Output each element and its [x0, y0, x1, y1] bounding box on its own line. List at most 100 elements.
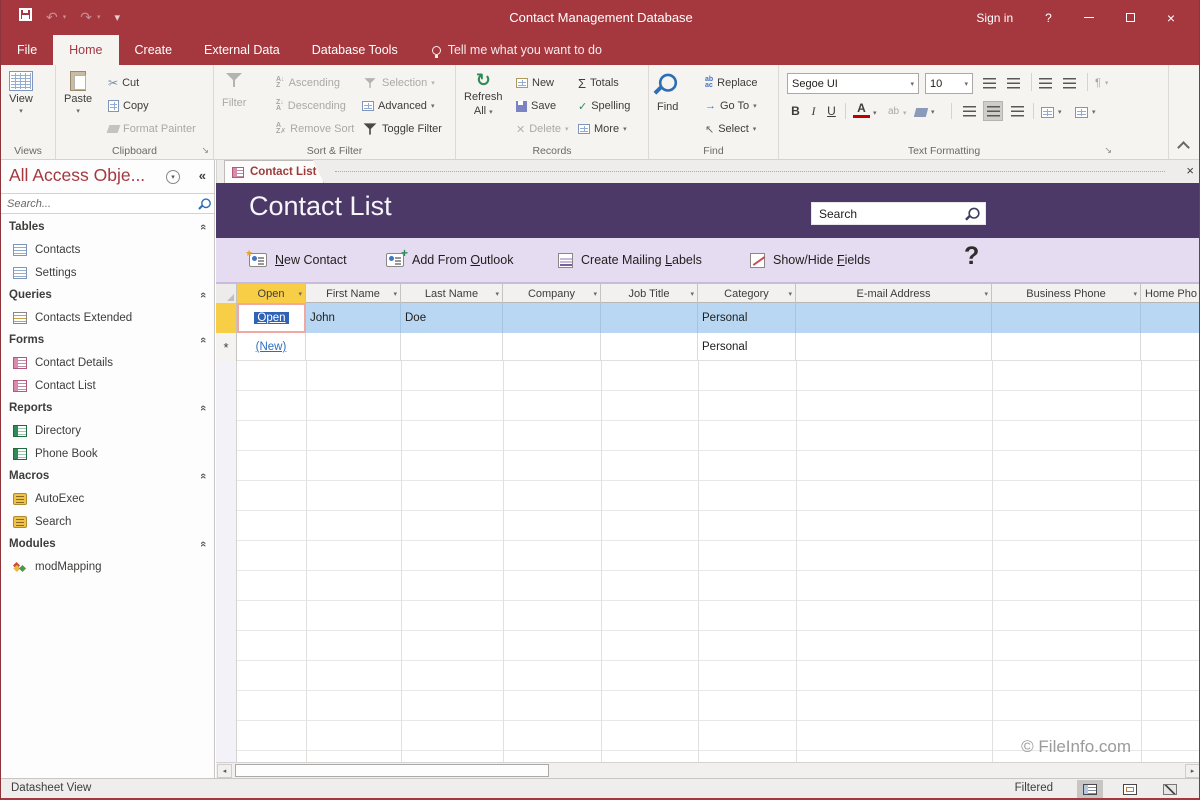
section-tables[interactable]: Tables« — [1, 216, 214, 238]
delete-record-button[interactable]: ✕Delete▾ — [516, 119, 569, 139]
home-phone-cell[interactable] — [1141, 333, 1200, 361]
save-record-button[interactable]: Save — [516, 96, 556, 116]
nav-pane-menu-icon[interactable]: ▾ — [166, 170, 180, 184]
align-left-button[interactable] — [959, 101, 979, 121]
tab-create[interactable]: Create — [119, 35, 189, 65]
document-tab-contact-list[interactable]: Contact List — [224, 160, 324, 183]
underline-button[interactable]: U — [823, 101, 840, 121]
remove-sort-button[interactable]: AZ✗Remove Sort — [276, 119, 354, 139]
font-name-combobox[interactable]: Segoe UI▾ — [787, 73, 919, 94]
select-button[interactable]: ↖Select▾ — [705, 119, 756, 139]
column-header-home-phone[interactable]: Home Pho — [1141, 284, 1200, 303]
nav-pane-title[interactable]: All Access Obje... — [9, 165, 145, 186]
home-phone-cell[interactable] — [1141, 303, 1200, 333]
column-header-job-title[interactable]: Job Title▾ — [601, 284, 698, 303]
business-phone-cell[interactable] — [992, 303, 1141, 333]
horizontal-scrollbar[interactable]: ◂ ▸ — [216, 762, 1200, 778]
search-icon[interactable] — [967, 207, 981, 221]
select-all-cell[interactable] — [216, 284, 237, 303]
datasheet-view-button[interactable] — [1077, 780, 1103, 798]
business-phone-cell[interactable] — [992, 333, 1141, 361]
gridlines-button[interactable]: ▾ — [1041, 102, 1062, 122]
toggle-filter-button[interactable]: Toggle Filter — [362, 119, 442, 139]
more-button[interactable]: More▾ — [578, 119, 627, 139]
section-queries[interactable]: Queries« — [1, 284, 214, 306]
column-header-business-phone[interactable]: Business Phone▾ — [992, 284, 1141, 303]
design-view-button[interactable] — [1157, 780, 1183, 798]
selection-button[interactable]: Selection▾ — [362, 73, 435, 93]
column-header-last-name[interactable]: Last Name▾ — [401, 284, 503, 303]
collapse-ribbon-icon[interactable] — [1177, 141, 1190, 154]
align-right-button[interactable] — [1007, 101, 1027, 121]
view-button[interactable]: View ▾ — [9, 71, 33, 115]
last-name-cell[interactable]: Doe — [401, 303, 503, 333]
form-help-button[interactable]: ? — [964, 242, 979, 271]
spelling-button[interactable]: ✓Spelling — [578, 96, 630, 116]
column-header-email[interactable]: E-mail Address▾ — [796, 284, 992, 303]
alternate-row-color-button[interactable]: ▾ — [1075, 102, 1096, 122]
totals-button[interactable]: ΣTotals — [578, 73, 619, 93]
descending-button[interactable]: Z↓ADescending — [276, 96, 346, 116]
nav-item-contacts[interactable]: Contacts — [1, 238, 214, 261]
company-cell[interactable] — [503, 303, 601, 333]
filter-button[interactable]: Filter — [222, 73, 246, 109]
cut-button[interactable]: ✂Cut — [108, 73, 139, 93]
text-direction-button[interactable]: ¶▾ — [1095, 73, 1108, 93]
first-name-cell[interactable] — [306, 333, 401, 361]
highlight-dropdown-icon[interactable]: ▾ — [903, 109, 907, 117]
highlight-color-button[interactable]: ab — [885, 101, 902, 121]
row-selector[interactable] — [216, 303, 237, 333]
copy-button[interactable]: Copy — [108, 96, 149, 116]
company-cell[interactable] — [503, 333, 601, 361]
nav-search-input[interactable] — [5, 196, 185, 212]
ascending-button[interactable]: A↓ZAscending — [276, 73, 340, 93]
replace-button[interactable]: abacReplace — [705, 73, 758, 93]
advanced-button[interactable]: Advanced▾ — [362, 96, 434, 116]
column-header-category[interactable]: Category▾ — [698, 284, 796, 303]
column-dropdown-icon[interactable]: ▾ — [298, 290, 302, 298]
nav-item-autoexec[interactable]: AutoExec — [1, 487, 214, 510]
job-title-cell[interactable] — [601, 303, 698, 333]
column-dropdown-icon[interactable]: ▾ — [788, 290, 792, 298]
add-from-outlook-button[interactable]: + Add From Outlook — [386, 238, 513, 282]
collapse-section-icon[interactable]: « — [197, 405, 209, 411]
tab-external-data[interactable]: External Data — [188, 35, 296, 65]
job-title-cell[interactable] — [601, 333, 698, 361]
bold-button[interactable]: B — [787, 101, 804, 121]
tab-file[interactable]: File — [1, 35, 53, 65]
nav-item-phone-book[interactable]: Phone Book — [1, 442, 214, 465]
scroll-right-icon[interactable]: ▸ — [1185, 764, 1200, 778]
collapse-section-icon[interactable]: « — [197, 337, 209, 343]
scroll-left-icon[interactable]: ◂ — [217, 764, 232, 778]
open-link[interactable]: Open — [254, 312, 288, 324]
layout-view-button[interactable] — [1117, 780, 1143, 798]
column-header-company[interactable]: Company▾ — [503, 284, 601, 303]
numbering-button[interactable] — [1007, 73, 1020, 93]
nav-item-contact-details[interactable]: Contact Details — [1, 351, 214, 374]
align-center-button[interactable] — [983, 101, 1003, 121]
collapse-section-icon[interactable]: « — [197, 541, 209, 547]
column-dropdown-icon[interactable]: ▾ — [495, 290, 499, 298]
email-cell[interactable] — [796, 303, 992, 333]
new-record-link[interactable]: (New) — [241, 341, 301, 353]
bullets-button[interactable] — [983, 73, 996, 93]
nav-item-contacts-extended[interactable]: Contacts Extended — [1, 306, 214, 329]
search-icon[interactable] — [200, 198, 213, 211]
new-contact-button[interactable]: ★ New Contact — [249, 238, 347, 282]
collapse-section-icon[interactable]: « — [197, 473, 209, 479]
paste-button[interactable]: Paste ▾ — [64, 71, 92, 115]
category-cell[interactable]: Personal — [698, 303, 796, 333]
column-dropdown-icon[interactable]: ▾ — [984, 290, 988, 298]
close-button[interactable]: × — [1151, 0, 1191, 35]
goto-button[interactable]: →Go To▾ — [705, 96, 757, 116]
increase-indent-button[interactable] — [1063, 73, 1076, 93]
minimize-button[interactable] — [1068, 0, 1110, 35]
refresh-all-button[interactable]: ↻ Refresh All ▾ — [464, 71, 503, 117]
column-dropdown-icon[interactable]: ▾ — [1133, 290, 1137, 298]
font-size-combobox[interactable]: 10▾ — [925, 73, 973, 94]
new-record-cell[interactable]: (New) — [237, 333, 306, 361]
section-macros[interactable]: Macros« — [1, 465, 214, 487]
help-button[interactable]: ? — [1029, 0, 1068, 35]
nav-item-directory[interactable]: Directory — [1, 419, 214, 442]
background-color-button[interactable]: ▾ — [915, 102, 935, 122]
